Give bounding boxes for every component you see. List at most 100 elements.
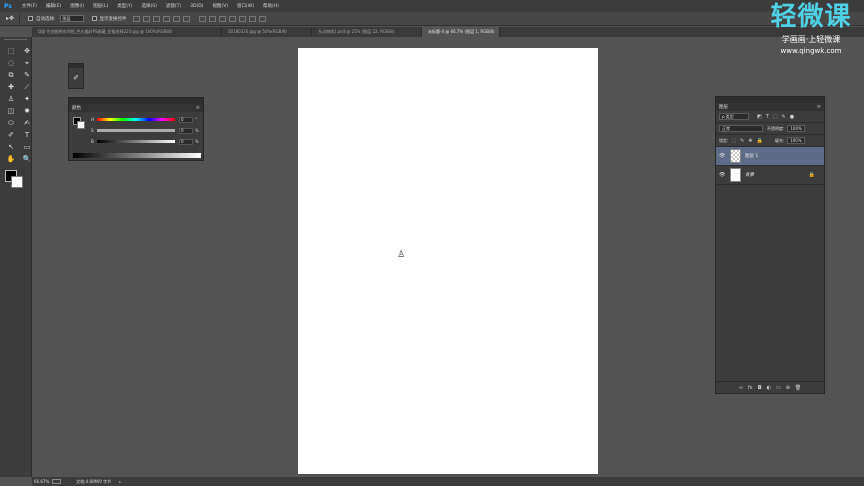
distribute-top-icon[interactable] [198, 15, 206, 22]
layer-row[interactable]: 👁 图层 1 [716, 147, 824, 166]
layer-name[interactable]: 背景 [745, 172, 809, 178]
auto-select-dropdown[interactable]: 图层 [59, 15, 84, 22]
color-panel-background[interactable] [77, 121, 85, 129]
zoom-menu-button[interactable] [52, 479, 62, 484]
gradient-tool-icon[interactable]: ✸ [21, 107, 33, 116]
crop-tool-icon[interactable]: ⧉ [5, 71, 17, 80]
filter-adjust-icon[interactable]: ✎ [782, 114, 786, 120]
status-menu-arrow-icon[interactable]: ▸ [119, 479, 121, 484]
zoom-level[interactable]: 66.67% [34, 479, 49, 484]
delete-layer-icon[interactable]: 🗑 [795, 385, 801, 391]
color-ramp[interactable] [73, 153, 201, 158]
add-mask-icon[interactable]: ◘ [758, 385, 762, 391]
quick-select-tool-icon[interactable]: ⌖ [21, 59, 33, 68]
distribute-vcenter-icon[interactable] [208, 15, 216, 22]
collapsed-panel-header[interactable] [69, 64, 83, 68]
new-layer-icon[interactable]: ⊕ [786, 385, 790, 391]
menu-layer[interactable]: 图层(L) [93, 3, 108, 9]
align-bottom-icon[interactable] [152, 15, 160, 22]
slider-h-track[interactable] [97, 118, 175, 121]
tab-document-1[interactable]: Q版-世他图明对四图_色头猫好PS收藏_伦猫进线223.jpg @ 100%(R… [32, 27, 222, 37]
menu-view[interactable]: 视图(V) [212, 3, 228, 9]
auto-align-icon[interactable] [258, 15, 266, 22]
align-left-icon[interactable] [162, 15, 170, 22]
slider-b-track[interactable] [97, 140, 175, 143]
eyedropper-tool-icon[interactable]: ✎ [21, 71, 33, 80]
slider-s-value[interactable]: 0 [179, 127, 193, 134]
tools-grip[interactable] [4, 39, 27, 43]
shape-tool-icon[interactable]: ▭ [21, 143, 33, 152]
fill-input[interactable]: 100% [787, 137, 806, 144]
healing-tool-icon[interactable]: ✚ [5, 83, 17, 92]
align-hcenter-icon[interactable] [172, 15, 180, 22]
background-color[interactable] [11, 176, 23, 188]
menu-file[interactable]: 文件(F) [22, 3, 37, 9]
dodge-tool-icon[interactable]: ✍ [21, 119, 33, 128]
menu-3d[interactable]: 3D(D) [190, 4, 203, 9]
zoom-tool-icon[interactable]: 🔍 [21, 155, 33, 164]
filter-shape-icon[interactable]: ⬚ [773, 114, 778, 120]
show-transform-checkbox[interactable] [91, 16, 97, 21]
slider-s-track[interactable] [97, 129, 175, 132]
visibility-eye-icon[interactable]: 👁 [719, 153, 727, 159]
align-top-icon[interactable] [132, 15, 140, 22]
menu-image[interactable]: 图像(I) [70, 3, 84, 9]
blur-tool-icon[interactable]: ⬭ [5, 119, 17, 128]
slider-h-value[interactable]: 0 [179, 116, 193, 123]
marquee-tool-icon[interactable]: ⬚ [5, 47, 17, 56]
menu-window[interactable]: 窗口(W) [237, 3, 254, 9]
panel-menu-icon[interactable]: ≡ [817, 104, 821, 110]
path-select-tool-icon[interactable]: ↖ [5, 143, 17, 152]
history-brush-tool-icon[interactable]: ✦ [21, 95, 33, 104]
brush-preset-icon[interactable]: ✐ [69, 74, 83, 82]
visibility-eye-icon[interactable]: 👁 [719, 172, 727, 178]
filter-type-icon[interactable]: T [766, 114, 769, 120]
distribute-left-icon[interactable] [228, 15, 236, 22]
panel-menu-icon[interactable]: ≡ [196, 105, 200, 111]
type-tool-icon[interactable]: T [21, 131, 33, 140]
tab-color[interactable]: 颜色 [72, 105, 81, 111]
lock-pixels-icon[interactable]: ✎ [740, 138, 744, 144]
align-vcenter-icon[interactable] [142, 15, 150, 22]
layer-kind-filter[interactable]: ρ 类型 [719, 113, 749, 120]
opacity-input[interactable]: 100% [787, 125, 806, 132]
eraser-tool-icon[interactable]: ◫ [5, 107, 17, 116]
distribute-hcenter-icon[interactable] [238, 15, 246, 22]
lasso-tool-icon[interactable]: ◌ [5, 59, 17, 68]
blend-mode-select[interactable]: 正常 [719, 125, 763, 132]
auto-select-checkbox[interactable] [28, 16, 33, 21]
clone-stamp-tool-icon[interactable]: ♙ [5, 95, 17, 104]
slider-b-unit: % [195, 139, 199, 144]
document-canvas[interactable] [298, 48, 598, 474]
tab-document-4[interactable]: 未标题-4 @ 66.7% (图层 1, RGB/8) [422, 27, 500, 37]
tab-layers[interactable]: 图层 [719, 104, 728, 110]
move-tool-icon[interactable]: ✥ [21, 47, 33, 56]
layer-name[interactable]: 图层 1 [745, 153, 821, 159]
distribute-right-icon[interactable] [248, 15, 256, 22]
menu-edit[interactable]: 编辑(E) [46, 3, 61, 9]
tab-document-3[interactable]: 凡动物线1.psd @ 25% (图层 22, RGB/8) [312, 27, 422, 37]
layer-style-icon[interactable]: fx [748, 385, 753, 391]
menu-filter[interactable]: 滤镜(T) [166, 3, 181, 9]
filter-toggle-icon[interactable]: ● [790, 114, 794, 120]
tab-document-2[interactable]: 20180326.jpg @ 50%(RGB/8) [222, 27, 312, 37]
slider-b-value[interactable]: 0 [179, 138, 193, 145]
link-layers-icon[interactable]: ∞ [739, 385, 743, 391]
slider-s-unit: % [195, 128, 199, 133]
menu-help[interactable]: 帮助(H) [263, 3, 279, 9]
move-tool-preset-icon[interactable]: ▸✥ [6, 13, 20, 24]
lock-position-icon[interactable]: ✥ [748, 138, 752, 144]
brush-tool-icon[interactable]: ⟋ [21, 83, 33, 92]
filter-pixel-icon[interactable]: ◩ [757, 114, 762, 120]
pen-tool-icon[interactable]: ✐ [5, 131, 17, 140]
new-group-icon[interactable]: ▭ [776, 385, 781, 391]
distribute-bottom-icon[interactable] [218, 15, 226, 22]
hand-tool-icon[interactable]: ✋ [5, 155, 17, 164]
menu-type[interactable]: 类型(Y) [117, 3, 132, 9]
adjustment-layer-icon[interactable]: ◐ [767, 385, 771, 391]
lock-transparent-icon[interactable]: ⬚ [731, 138, 736, 144]
align-right-icon[interactable] [182, 15, 190, 22]
layer-row[interactable]: 👁 背景 🔒 [716, 166, 824, 185]
lock-all-icon[interactable]: 🔒 [757, 138, 763, 144]
menu-select[interactable]: 选择(S) [141, 3, 156, 9]
